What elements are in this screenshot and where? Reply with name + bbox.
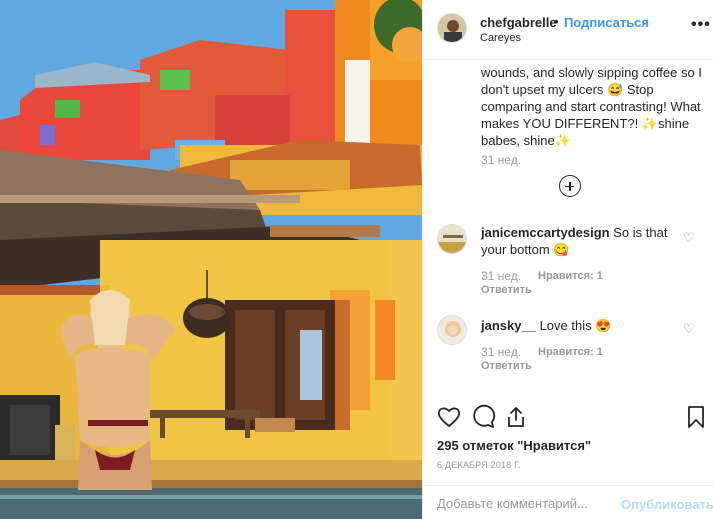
comment-avatar[interactable] [437,224,467,254]
comment-text: jansky__ Love this 😍 [481,317,691,334]
comment-reply-button[interactable]: Ответить [481,360,532,372]
share-upload-icon[interactable] [503,404,529,430]
author-avatar-image [438,14,466,42]
comment-avatar[interactable] [437,315,467,345]
comment-composer: Опубликовать [423,485,713,519]
load-more-comments-button[interactable] [559,175,581,197]
post-date: 6 ДЕКАБРЯ 2018 Г. [437,460,521,470]
comment-username[interactable]: jansky__ [481,318,536,333]
like-heart-icon[interactable] [436,404,462,430]
caption-time: 31 нед. [481,153,522,167]
likes-count[interactable]: 295 отметок "Нравится" [437,438,591,453]
instagram-post: chefgabrelle • Подписаться Careyes ••• w… [0,0,713,519]
comment-text: janicemccartydesign So is that your bott… [481,224,691,258]
comment-input[interactable] [437,494,617,512]
comment-avatar-image [438,225,466,253]
post-header: chefgabrelle • Подписаться Careyes ••• [423,0,713,60]
bookmark-save-icon[interactable] [683,404,709,430]
action-bar [423,404,713,434]
post-sidebar: chefgabrelle • Подписаться Careyes ••• w… [422,0,713,519]
comments-section: wounds, and slowly sipping coffee so I d… [423,61,713,404]
location-link[interactable]: Careyes [480,32,521,44]
comment-time: 31 нед. [481,269,522,283]
publish-button[interactable]: Опубликовать [621,497,713,512]
follow-button[interactable]: Подписаться [564,15,649,30]
author-avatar[interactable] [437,13,467,43]
post-caption: wounds, and slowly sipping coffee so I d… [481,65,702,148]
villa-pool-photo [0,0,422,519]
comment-avatar-image [438,316,466,344]
comment-likes[interactable]: Нравится: 1 [538,346,603,358]
comment-reply-button[interactable]: Ответить [481,284,532,296]
more-options-icon[interactable]: ••• [691,16,711,34]
comment-body: Love this 😍 [539,318,612,333]
comment-username[interactable]: janicemccartydesign [481,225,610,240]
header-separator: • [554,14,559,29]
author-username[interactable]: chefgabrelle [480,15,557,30]
comment-bubble-icon[interactable] [470,404,496,430]
comment-time: 31 нед. [481,345,522,359]
post-photo[interactable] [0,0,422,519]
comment-like-heart-icon[interactable]: ♡ [683,230,695,246]
comment-likes[interactable]: Нравится: 1 [538,270,603,282]
comment-like-heart-icon[interactable]: ♡ [683,321,695,337]
